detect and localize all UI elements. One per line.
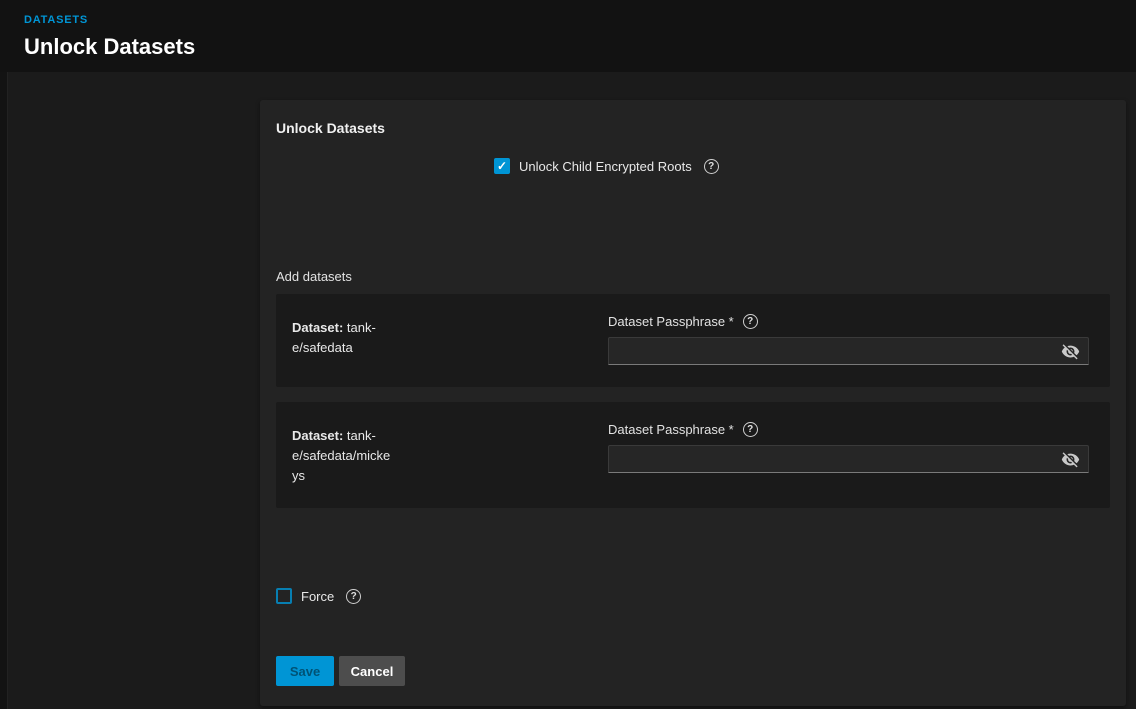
unlock-datasets-card: Unlock Datasets ✓ Unlock Child Encrypted… bbox=[260, 100, 1126, 706]
dataset-passphrase-input[interactable] bbox=[608, 337, 1089, 365]
passphrase-section: Dataset Passphrase * ? bbox=[608, 422, 1094, 486]
force-checkbox[interactable] bbox=[276, 588, 292, 604]
passphrase-label: Dataset Passphrase * bbox=[608, 314, 734, 329]
breadcrumb-datasets-link[interactable]: DATASETS bbox=[24, 14, 88, 26]
dataset-label: Dataset: tank-e/safedata bbox=[292, 314, 608, 365]
unlock-children-row: ✓ Unlock Child Encrypted Roots ? bbox=[494, 158, 1110, 174]
eye-off-icon[interactable] bbox=[1061, 342, 1080, 361]
dataset-label-prefix: Dataset: bbox=[292, 320, 343, 335]
save-button[interactable]: Save bbox=[276, 656, 334, 686]
eye-off-icon[interactable] bbox=[1061, 450, 1080, 469]
page-content: Unlock Datasets ✓ Unlock Child Encrypted… bbox=[0, 72, 1136, 706]
passphrase-help-icon[interactable]: ? bbox=[743, 314, 758, 329]
passphrase-section: Dataset Passphrase * ? bbox=[608, 314, 1094, 365]
dataset-row: Dataset: tank-e/safedata Dataset Passphr… bbox=[276, 294, 1110, 387]
page-header: DATASETS Unlock Datasets bbox=[0, 0, 1136, 72]
force-row: Force ? bbox=[276, 588, 1110, 604]
dataset-label-prefix: Dataset: bbox=[292, 428, 343, 443]
passphrase-help-icon[interactable]: ? bbox=[743, 422, 758, 437]
force-label: Force bbox=[301, 589, 334, 604]
add-datasets-label: Add datasets bbox=[276, 269, 1110, 284]
passphrase-label: Dataset Passphrase * bbox=[608, 422, 734, 437]
checkbox-check-icon: ✓ bbox=[497, 160, 507, 172]
page-title: Unlock Datasets bbox=[24, 34, 1112, 60]
unlock-children-checkbox[interactable]: ✓ bbox=[494, 158, 510, 174]
form-actions: Save Cancel bbox=[276, 656, 1110, 686]
force-help-icon[interactable]: ? bbox=[346, 589, 361, 604]
dataset-passphrase-input[interactable] bbox=[608, 445, 1089, 473]
cancel-button[interactable]: Cancel bbox=[339, 656, 405, 686]
dataset-row: Dataset: tank-e/safedata/mickeys Dataset… bbox=[276, 402, 1110, 508]
dataset-label: Dataset: tank-e/safedata/mickeys bbox=[292, 422, 608, 486]
unlock-children-label: Unlock Child Encrypted Roots bbox=[519, 159, 692, 174]
unlock-children-help-icon[interactable]: ? bbox=[704, 159, 719, 174]
collapsed-sidebar bbox=[0, 72, 8, 709]
card-title: Unlock Datasets bbox=[276, 120, 1110, 136]
